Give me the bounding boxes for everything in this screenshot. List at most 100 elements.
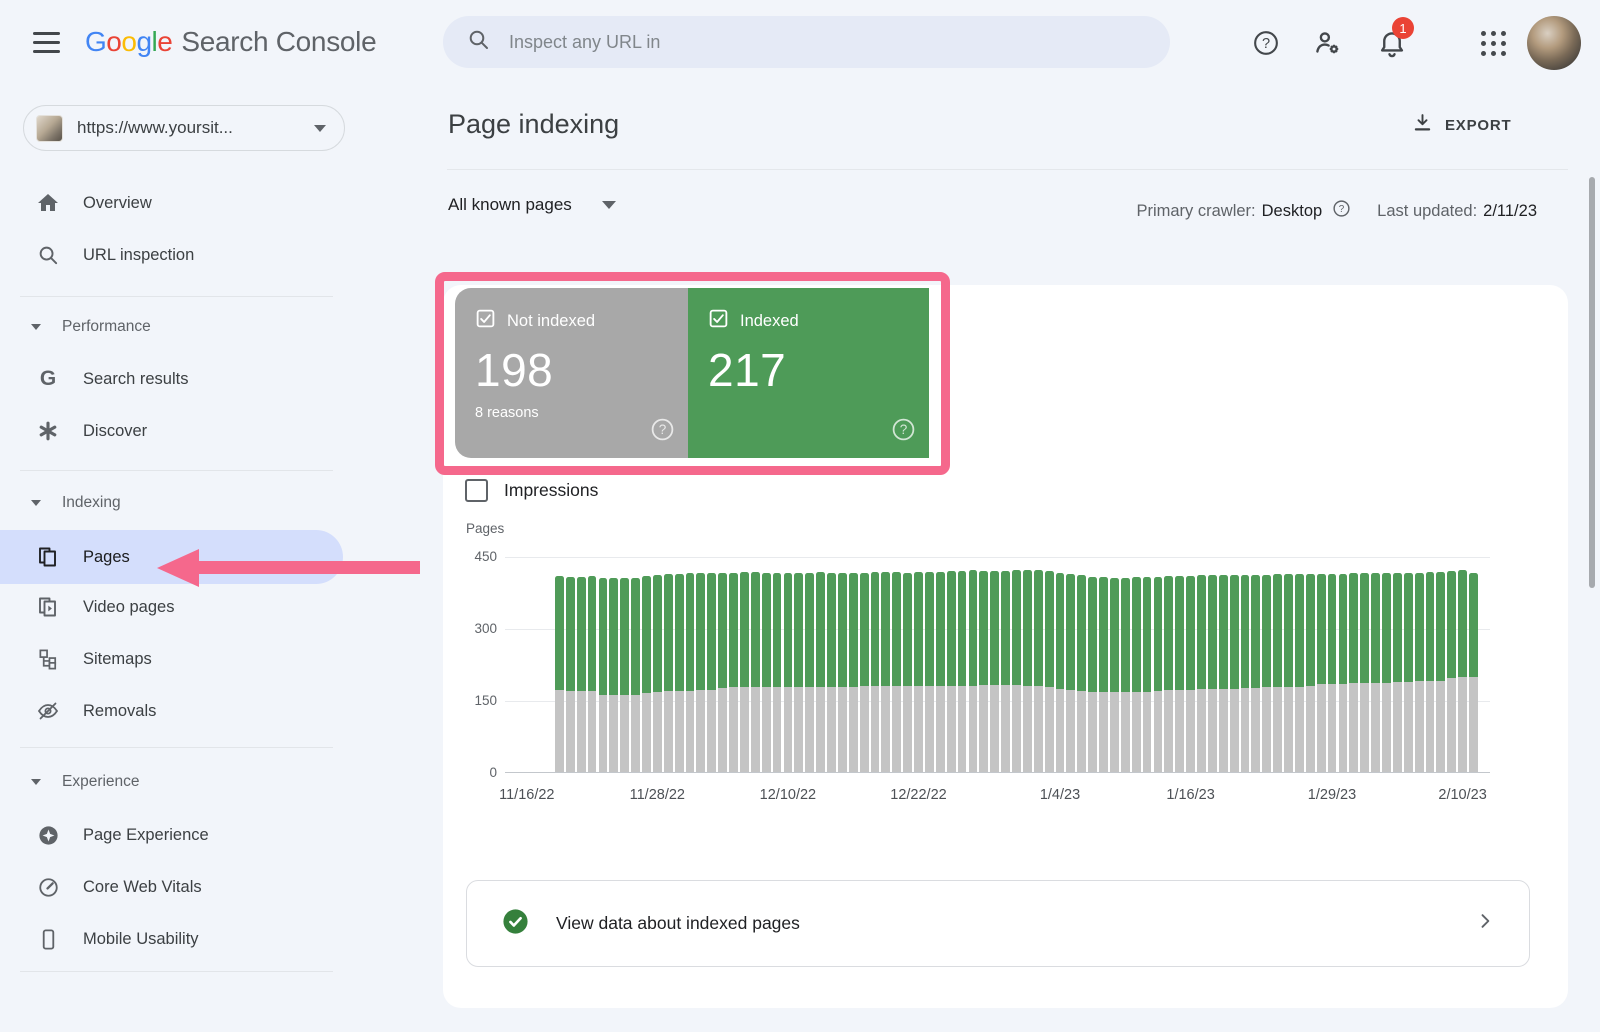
checked-checkbox-icon[interactable] (708, 308, 729, 334)
section-indexing[interactable]: Indexing (0, 488, 121, 518)
bar-indexed (1143, 577, 1152, 692)
bar-not-indexed (979, 685, 988, 772)
card-not-indexed[interactable]: Not indexed 198 8 reasons ? (455, 288, 688, 458)
asterisk-icon (35, 420, 61, 442)
help-circle-icon[interactable]: ? (650, 417, 675, 447)
bar-indexed (1154, 577, 1163, 692)
y-tick-label: 150 (457, 693, 497, 708)
bar-indexed (1393, 573, 1402, 682)
help-circle-icon[interactable]: ? (891, 417, 916, 447)
google-apps-grid-icon[interactable] (1478, 28, 1508, 58)
app-logo[interactable]: Google Search Console (85, 26, 376, 58)
bar-indexed (794, 573, 803, 687)
card-indexed[interactable]: Indexed 217 ? (688, 288, 929, 458)
bar-indexed (1219, 575, 1228, 689)
bar-not-indexed (990, 685, 999, 772)
updated-value: 2/11/23 (1483, 202, 1537, 221)
bar-not-indexed (1262, 687, 1271, 772)
bar-not-indexed (707, 690, 716, 772)
bar-not-indexed (1219, 689, 1228, 772)
x-tick-label: 1/16/23 (1166, 787, 1214, 803)
bar-not-indexed (958, 686, 967, 772)
sidebar-item-url-inspection[interactable]: URL inspection (0, 229, 343, 281)
help-icon[interactable]: ? (1251, 28, 1281, 58)
bar-indexed (1088, 577, 1097, 692)
plot-area: 0150300450 (505, 557, 1490, 773)
bar-not-indexed (794, 687, 803, 772)
bar-indexed (1110, 578, 1119, 693)
bar-not-indexed (784, 687, 793, 772)
bar-indexed (1045, 571, 1054, 687)
section-experience[interactable]: Experience (0, 767, 140, 797)
bar-indexed (718, 573, 727, 688)
bar-indexed (903, 573, 912, 686)
bar-not-indexed (1371, 683, 1380, 772)
sidebar-item-removals[interactable]: Removals (0, 685, 343, 737)
sidebar-item-core-web-vitals[interactable]: Core Web Vitals (0, 861, 343, 913)
bar-not-indexed (871, 686, 880, 772)
bar-not-indexed (805, 687, 814, 772)
property-selector[interactable]: https://www.yoursit... (23, 105, 345, 151)
sidebar-item-video-pages[interactable]: Video pages (0, 581, 343, 633)
view-indexed-data-banner[interactable]: View data about indexed pages (466, 880, 1530, 967)
card-value: 198 (475, 343, 688, 397)
bar-not-indexed (1088, 692, 1097, 772)
filter-label: All known pages (448, 195, 572, 215)
section-performance[interactable]: Performance (0, 312, 151, 342)
card-label: Indexed (740, 312, 799, 331)
highlight-arrow (157, 549, 199, 587)
sidebar-item-label: Removals (83, 702, 156, 721)
hamburger-menu-icon[interactable] (33, 32, 60, 53)
bar-not-indexed (1001, 685, 1010, 772)
help-circle-icon[interactable]: ? (1332, 199, 1351, 223)
user-settings-icon[interactable] (1313, 28, 1343, 58)
bar-not-indexed (653, 692, 662, 772)
bar-indexed (1382, 573, 1391, 683)
updated-label: Last updated: (1377, 202, 1477, 221)
bar-not-indexed (696, 690, 705, 772)
bar-indexed (577, 577, 586, 691)
url-inspect-searchbar[interactable] (443, 16, 1170, 68)
impressions-checkbox[interactable]: Impressions (465, 479, 598, 502)
bar-indexed (1426, 572, 1435, 681)
bar-indexed (805, 573, 814, 687)
sidebar-item-search-results[interactable]: G Search results (0, 353, 343, 405)
account-avatar[interactable] (1527, 16, 1581, 70)
unchecked-checkbox-icon[interactable] (465, 479, 488, 502)
bar-indexed (1404, 573, 1413, 682)
eye-off-icon (35, 699, 61, 723)
bar-not-indexed (827, 687, 836, 772)
star-circle-icon (35, 824, 61, 847)
sidebar-item-label: Pages (83, 548, 130, 567)
caret-down-icon (31, 324, 41, 330)
bar-indexed (1175, 576, 1184, 690)
export-button[interactable]: EXPORT (1412, 112, 1511, 138)
bar-not-indexed (1393, 682, 1402, 772)
sidebar-divider (20, 971, 333, 972)
bar-indexed (1262, 575, 1271, 687)
search-input[interactable] (509, 32, 1109, 53)
bar-not-indexed (1121, 692, 1130, 772)
bar-indexed (1056, 573, 1065, 689)
sidebar-item-overview[interactable]: Overview (0, 177, 343, 229)
home-icon (35, 191, 61, 215)
bar-not-indexed (1164, 690, 1173, 772)
page-filter-dropdown[interactable]: All known pages (448, 195, 616, 215)
bar-not-indexed (631, 695, 640, 772)
y-tick-label: 450 (457, 549, 497, 564)
sidebar-item-mobile-usability[interactable]: Mobile Usability (0, 913, 343, 965)
sidebar-item-sitemaps[interactable]: Sitemaps (0, 633, 343, 685)
sidebar-item-discover[interactable]: Discover (0, 405, 343, 457)
bar-indexed (1230, 575, 1239, 689)
bar-not-indexed (588, 691, 597, 772)
bar-indexed (892, 572, 901, 686)
checked-checkbox-icon[interactable] (475, 308, 496, 334)
vertical-scrollbar[interactable] (1589, 177, 1595, 588)
sidebar-item-page-experience[interactable]: Page Experience (0, 809, 343, 861)
page-title: Page indexing (448, 109, 619, 140)
section-label: Performance (62, 318, 151, 336)
bar-not-indexed (1447, 678, 1456, 772)
x-tick-label: 1/29/23 (1308, 787, 1356, 803)
bar-indexed (1339, 574, 1348, 684)
divider (447, 169, 1568, 170)
